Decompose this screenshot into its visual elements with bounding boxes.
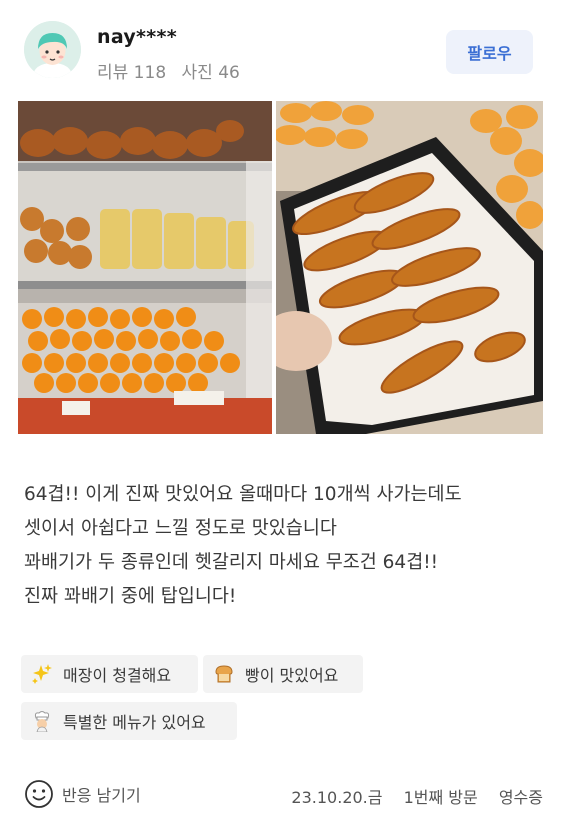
keyword-label: 매장이 청결해요: [63, 666, 172, 685]
review-photo-2[interactable]: [276, 101, 543, 434]
review-count: 리뷰 118: [97, 63, 167, 83]
visit-date: 23.10.20.금: [291, 788, 383, 807]
photo-count: 사진 46: [181, 63, 240, 83]
twisted-donuts-tray-photo: [276, 101, 543, 434]
smiley-icon: [25, 780, 53, 808]
bakery-display-photo: [18, 101, 272, 434]
react-label: 반응 남기기: [62, 786, 141, 805]
keyword-label: 특별한 메뉴가 있어요: [63, 713, 206, 732]
review-line: 64겹!! 이게 진짜 맛있어요 올때마다 10개씩 사가는데도: [24, 484, 462, 505]
keyword-chip-special-menu: 특별한 메뉴가 있어요: [21, 702, 237, 740]
keyword-label: 빵이 맛있어요: [245, 666, 339, 685]
review-body: 64겹!! 이게 진짜 맛있어요 올때마다 10개씩 사가는데도 셋이서 아쉽다…: [24, 478, 544, 614]
user-avatar[interactable]: [24, 21, 81, 78]
review-line: 진짜 꽈배기 중에 탑입니다!: [24, 586, 237, 607]
review-photo-1[interactable]: [18, 101, 272, 434]
sparkles-icon: [31, 663, 53, 685]
bread-icon: [213, 663, 235, 685]
react-button[interactable]: 반응 남기기: [24, 778, 141, 810]
avatar-illustration-icon: [24, 21, 81, 78]
review-line: 셋이서 아쉽다고 느낄 정도로 맛있습니다: [24, 518, 337, 539]
user-name[interactable]: nay****: [97, 26, 177, 48]
visit-meta: 23.10.20.금 1번째 방문 영수증: [291, 784, 543, 808]
review-line: 꽈배기가 두 종류인데 헷갈리지 마세요 무조건 64겹!!: [24, 552, 439, 573]
keyword-chip-clean: 매장이 청결해요: [21, 655, 198, 693]
user-stats: 리뷰 118 사진 46: [97, 58, 240, 83]
verification-type: 영수증: [498, 788, 543, 807]
keyword-chip-bread: 빵이 맛있어요: [203, 655, 363, 693]
follow-button[interactable]: 팔로우: [446, 30, 533, 74]
review-card: nay**** 리뷰 118 사진 46 팔로우 64겹!! 이게 진짜 맛있어…: [0, 0, 561, 824]
chef-icon: [31, 710, 53, 733]
visit-count: 1번째 방문: [403, 788, 478, 807]
